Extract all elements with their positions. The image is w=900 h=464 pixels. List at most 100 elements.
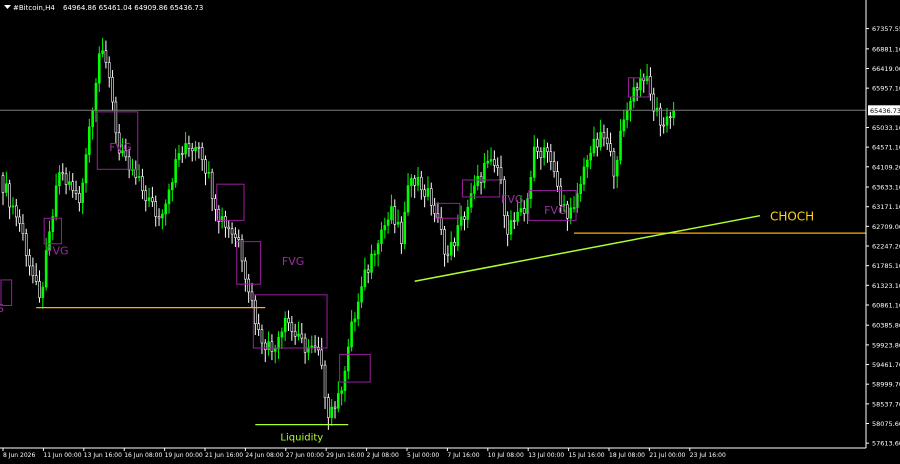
candle-body[interactable]: [456, 225, 460, 247]
candle-body[interactable]: [194, 146, 197, 152]
candle-body[interactable]: [94, 82, 98, 112]
candle-body[interactable]: [41, 286, 45, 298]
candle-body[interactable]: [340, 390, 343, 394]
candle-body[interactable]: [74, 189, 78, 194]
candle-body[interactable]: [672, 109, 675, 118]
candle-body[interactable]: [58, 172, 61, 187]
candle-body[interactable]: [204, 159, 207, 174]
candle-body[interactable]: [273, 348, 277, 352]
candle-body[interactable]: [426, 188, 430, 197]
price-chart[interactable]: FVGFVGFVGFVGFVGSLiquidityCHOCH 67357.556…: [0, 0, 900, 460]
candle-body[interactable]: [167, 189, 171, 205]
candle-body[interactable]: [396, 221, 400, 225]
candle-body[interactable]: [556, 171, 559, 187]
candle-body[interactable]: [31, 265, 35, 276]
candle-body[interactable]: [546, 147, 549, 152]
candle-body[interactable]: [516, 211, 519, 222]
candle-body[interactable]: [320, 349, 324, 366]
candle-body[interactable]: [111, 77, 114, 103]
candle-body[interactable]: [127, 156, 131, 171]
candle-body[interactable]: [84, 154, 88, 184]
candle-body[interactable]: [171, 182, 174, 191]
candle-body[interactable]: [287, 318, 290, 324]
candle-body[interactable]: [297, 333, 300, 337]
candle-body[interactable]: [267, 341, 270, 351]
candle-body[interactable]: [217, 208, 221, 222]
candle-body[interactable]: [327, 397, 330, 418]
candle-body[interactable]: [244, 260, 247, 280]
candle-body[interactable]: [363, 269, 367, 287]
candle-body[interactable]: [18, 216, 21, 224]
candle-body[interactable]: [449, 242, 453, 256]
candle-body[interactable]: [665, 116, 669, 126]
candle-body[interactable]: [662, 124, 665, 127]
candle-body[interactable]: [559, 185, 563, 206]
candle-body[interactable]: [400, 221, 403, 244]
candle-body[interactable]: [453, 242, 456, 247]
candle-body[interactable]: [137, 176, 141, 178]
candle-body[interactable]: [380, 229, 383, 244]
candle-body[interactable]: [277, 336, 280, 350]
price-axis[interactable]: 67357.55 66881.10 66419.00 65957.10 65033.10…: [865, 0, 900, 448]
candle-body[interactable]: [283, 318, 287, 333]
candle-body[interactable]: [383, 225, 387, 231]
candle-body[interactable]: [224, 216, 227, 228]
candle-body[interactable]: [184, 143, 187, 155]
candle-body[interactable]: [21, 223, 25, 235]
fvg-zone-box[interactable]: [252, 294, 328, 349]
candle-body[interactable]: [5, 183, 8, 193]
candle-body[interactable]: [78, 193, 81, 203]
candle-body[interactable]: [38, 281, 41, 298]
candle-body[interactable]: [240, 239, 244, 262]
candle-body[interactable]: [619, 130, 622, 161]
candle-body[interactable]: [71, 181, 75, 191]
candle-body[interactable]: [376, 243, 380, 255]
candle-body[interactable]: [446, 253, 450, 256]
candle-body[interactable]: [622, 119, 626, 132]
candle-body[interactable]: [34, 275, 38, 282]
candle-body[interactable]: [337, 393, 340, 409]
candle-body[interactable]: [406, 185, 410, 213]
candle-body[interactable]: [632, 87, 636, 102]
candle-body[interactable]: [589, 152, 592, 161]
candle-body[interactable]: [539, 151, 543, 159]
candle-body[interactable]: [54, 185, 58, 217]
fvg-zone-box[interactable]: [216, 183, 245, 221]
candle-body[interactable]: [536, 146, 539, 152]
candle-body[interactable]: [509, 220, 513, 235]
candle-body[interactable]: [566, 204, 569, 219]
candle-body[interactable]: [237, 237, 241, 240]
candle-body[interactable]: [552, 161, 556, 172]
candle-body[interactable]: [346, 346, 350, 372]
candle-body[interactable]: [187, 143, 191, 149]
candle-body[interactable]: [416, 176, 420, 186]
candle-body[interactable]: [433, 205, 436, 214]
candle-body[interactable]: [227, 226, 231, 230]
candle-body[interactable]: [144, 190, 148, 201]
candle-body[interactable]: [330, 406, 333, 418]
candle-body[interactable]: [68, 181, 71, 185]
candle-body[interactable]: [356, 301, 360, 320]
candle-body[interactable]: [88, 126, 91, 155]
candle-body[interactable]: [293, 331, 297, 337]
candle-body[interactable]: [81, 182, 84, 203]
candle-body[interactable]: [436, 213, 440, 219]
candle-body[interactable]: [595, 138, 599, 148]
candle-body[interactable]: [526, 198, 529, 214]
candle-body[interactable]: [493, 159, 496, 166]
candle-body[interactable]: [210, 171, 214, 199]
candle-body[interactable]: [8, 183, 11, 208]
candle-body[interactable]: [576, 193, 579, 208]
candle-body[interactable]: [257, 323, 260, 330]
candle-body[interactable]: [164, 203, 167, 215]
time-axis[interactable]: 8 Jun 2026 11 Jun 00:00 13 Jun 16:00 16 Jun…: [0, 447, 866, 459]
candle-body[interactable]: [250, 291, 254, 301]
candle-body[interactable]: [423, 189, 426, 197]
candle-body[interactable]: [207, 171, 211, 174]
candle-body[interactable]: [486, 160, 490, 164]
candle-body[interactable]: [605, 137, 609, 145]
candle-body[interactable]: [496, 165, 499, 168]
candle-body[interactable]: [410, 178, 413, 186]
candle-body[interactable]: [463, 216, 466, 220]
candle-body[interactable]: [154, 201, 158, 217]
